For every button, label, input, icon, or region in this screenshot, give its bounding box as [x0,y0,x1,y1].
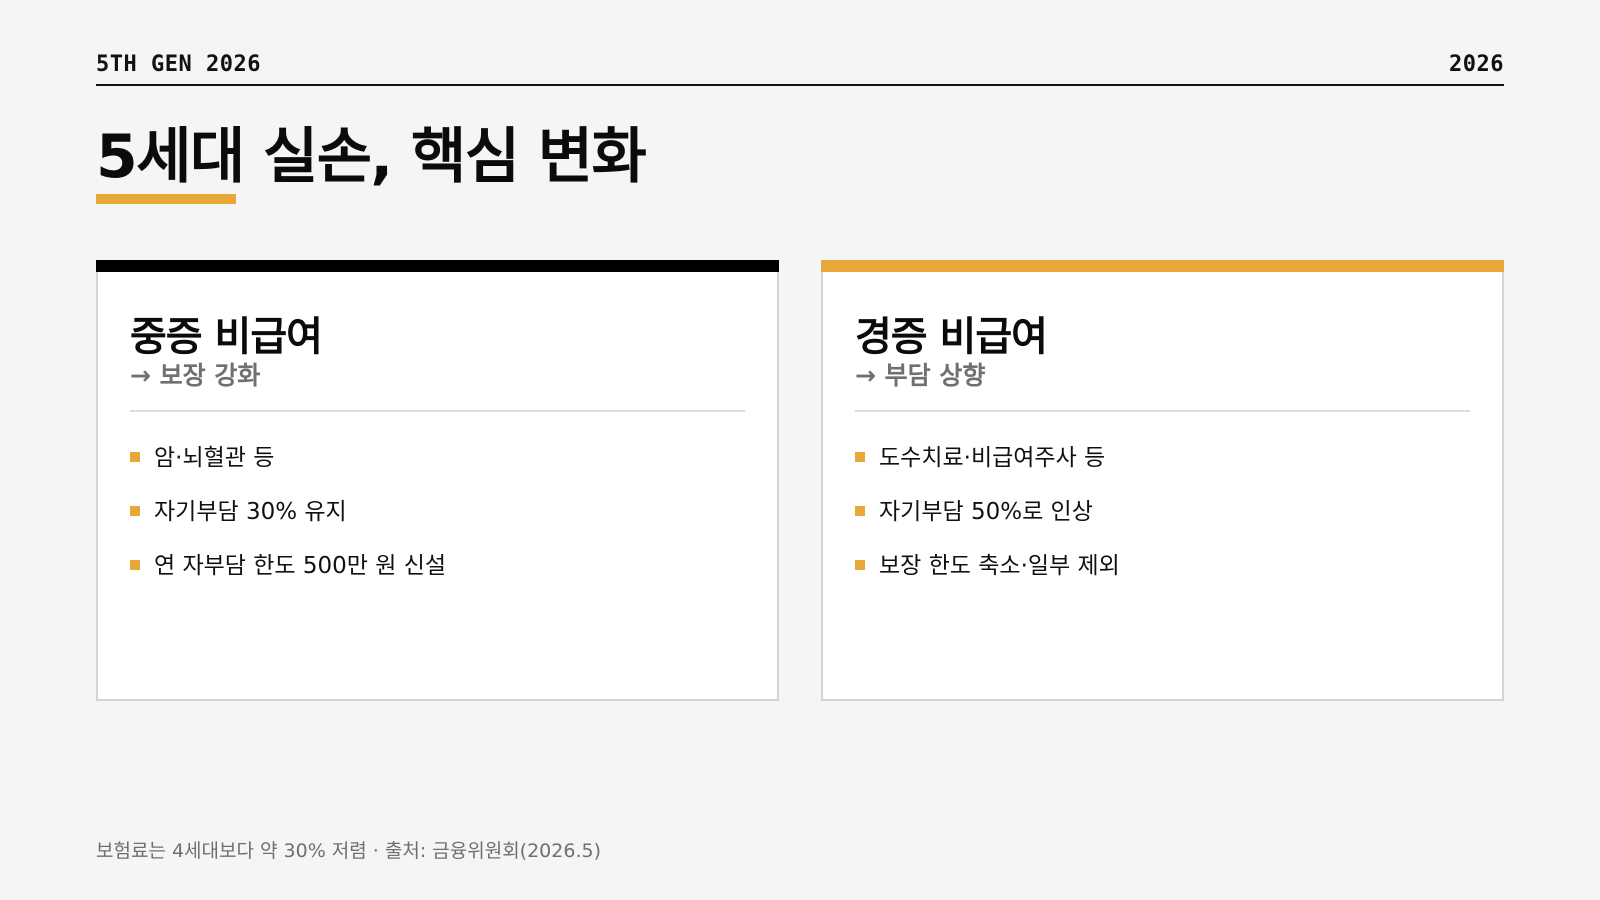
card-severe-noncovered: 중증 비급여 → 보장 강화 암·뇌혈관 등 자기부담 30% 유지 연 자부담… [96,260,779,701]
square-bullet-icon [855,452,865,462]
square-bullet-icon [130,560,140,570]
square-bullet-icon [130,452,140,462]
list-item-text: 암·뇌혈관 등 [154,445,275,471]
footer-note: 보험료는 4세대보다 약 30% 저렴 · 출처: 금융위원회(2026.5) [96,840,601,862]
card-subtitle: → 부담 상향 [855,361,986,390]
card-top-bar [821,260,1504,272]
list-item-text: 자기부담 50%로 인상 [879,499,1093,525]
list-item: 도수치료·비급여주사 등 [855,438,1120,492]
list-item-text: 연 자부담 한도 500만 원 신설 [154,553,447,579]
title-underline [96,194,236,204]
card-bullet-list: 암·뇌혈관 등 자기부담 30% 유지 연 자부담 한도 500만 원 신설 [130,438,446,600]
card-divider [130,410,745,412]
list-item: 연 자부담 한도 500만 원 신설 [130,546,446,600]
card-title: 경증 비급여 [855,314,1048,360]
header-bar: 5TH GEN 2026 2026 [96,50,1504,86]
list-item-text: 보장 한도 축소·일부 제외 [879,553,1120,579]
page-title: 5세대 실손, 핵심 변화 [96,122,647,192]
header-year: 2026 [1449,52,1504,77]
square-bullet-icon [855,506,865,516]
list-item-text: 도수치료·비급여주사 등 [879,445,1106,471]
card-bullet-list: 도수치료·비급여주사 등 자기부담 50%로 인상 보장 한도 축소·일부 제외 [855,438,1120,600]
list-item: 보장 한도 축소·일부 제외 [855,546,1120,600]
card-top-bar [96,260,779,272]
square-bullet-icon [855,560,865,570]
list-item-text: 자기부담 30% 유지 [154,499,347,525]
slide: 5TH GEN 2026 2026 5세대 실손, 핵심 변화 중증 비급여 →… [0,0,1600,900]
header-label: 5TH GEN 2026 [96,52,261,77]
list-item: 자기부담 50%로 인상 [855,492,1120,546]
card-subtitle: → 보장 강화 [130,361,261,390]
list-item: 자기부담 30% 유지 [130,492,446,546]
list-item: 암·뇌혈관 등 [130,438,446,492]
card-divider [855,410,1470,412]
card-title: 중증 비급여 [130,314,323,360]
square-bullet-icon [130,506,140,516]
card-mild-noncovered: 경증 비급여 → 부담 상향 도수치료·비급여주사 등 자기부담 50%로 인상… [821,260,1504,701]
